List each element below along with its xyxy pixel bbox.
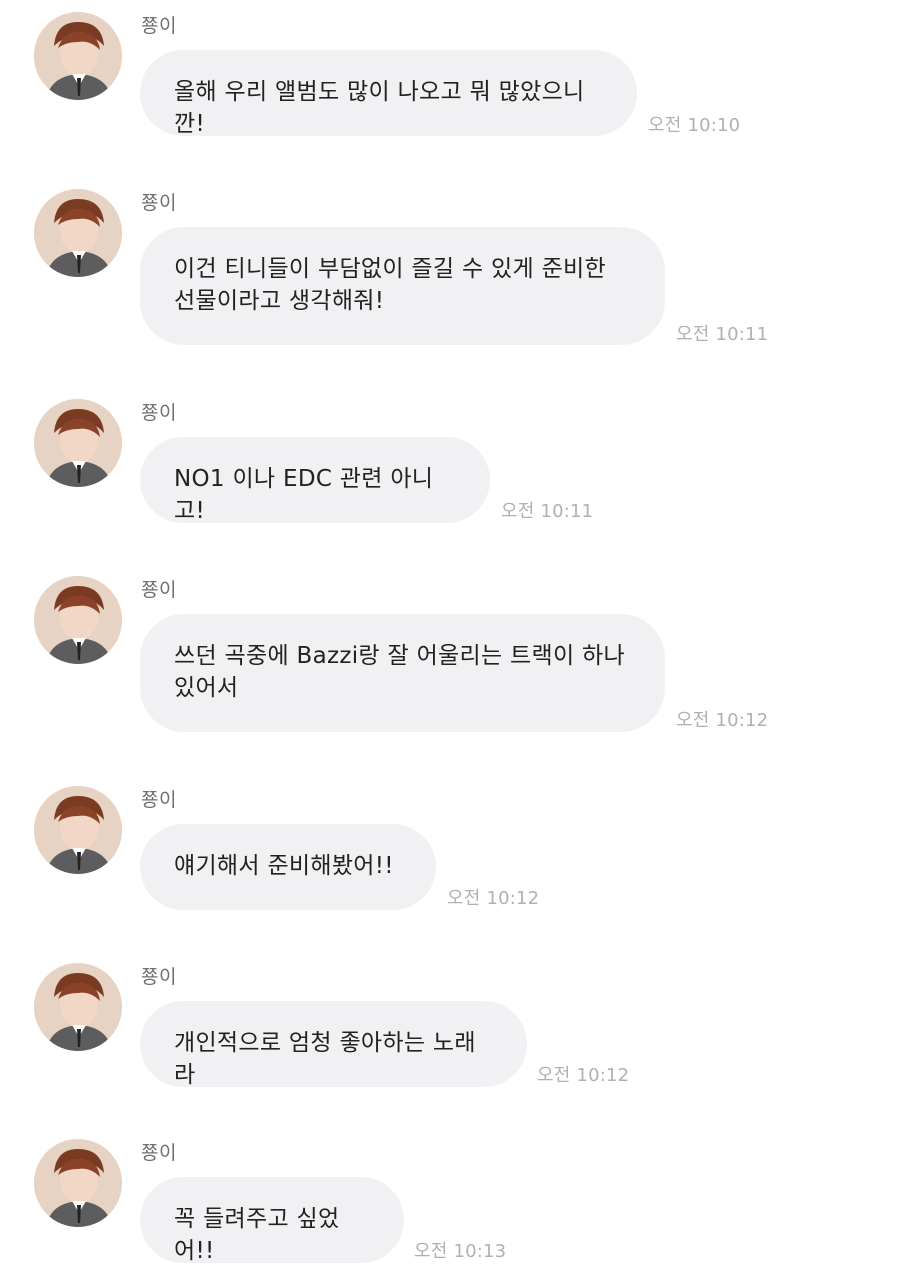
message-bubble[interactable]: 이건 티니들이 부담없이 즐길 수 있게 준비한 선물이라고 생각해줘!: [140, 227, 665, 345]
message-bubble[interactable]: 개인적으로 엄청 좋아하는 노래라: [140, 1001, 527, 1088]
message-bubble[interactable]: 올해 우리 앨범도 많이 나오고 뭐 많았으니깐!: [140, 50, 637, 137]
message-timestamp: 오전 10:11: [501, 501, 594, 522]
sender-name: 쭁이: [141, 579, 177, 601]
avatar[interactable]: [34, 399, 122, 487]
chat-message-list[interactable]: 쭁이 올해 우리 앨범도 많이 나오고 뭐 많았으니깐! 오전 10:10 쭁이…: [0, 0, 900, 1278]
sender-name: 쭁이: [141, 15, 177, 37]
sender-name: 쭁이: [141, 402, 177, 424]
avatar[interactable]: [34, 786, 122, 874]
sender-name: 쭁이: [141, 789, 177, 811]
avatar[interactable]: [34, 1139, 122, 1227]
avatar[interactable]: [34, 189, 122, 277]
sender-name: 쭁이: [141, 1142, 177, 1164]
avatar[interactable]: [34, 963, 122, 1051]
avatar[interactable]: [34, 576, 122, 664]
message-timestamp: 오전 10:12: [676, 710, 769, 731]
avatar[interactable]: [34, 12, 122, 100]
message-timestamp: 오전 10:12: [447, 888, 540, 909]
message-bubble[interactable]: NO1 이나 EDC 관련 아니고!: [140, 437, 490, 524]
message-timestamp: 오전 10:12: [537, 1065, 630, 1086]
message-bubble[interactable]: 꼭 들려주고 싶었어!!: [140, 1177, 404, 1264]
sender-name: 쭁이: [141, 192, 177, 214]
message-bubble[interactable]: 쓰던 곡중에 Bazzi랑 잘 어울리는 트랙이 하나 있어서: [140, 614, 665, 732]
message-timestamp: 오전 10:11: [676, 324, 769, 345]
message-timestamp: 오전 10:10: [648, 115, 741, 136]
message-timestamp: 오전 10:13: [414, 1241, 507, 1262]
message-bubble[interactable]: 얘기해서 준비해봤어!!: [140, 824, 436, 910]
sender-name: 쭁이: [141, 966, 177, 988]
